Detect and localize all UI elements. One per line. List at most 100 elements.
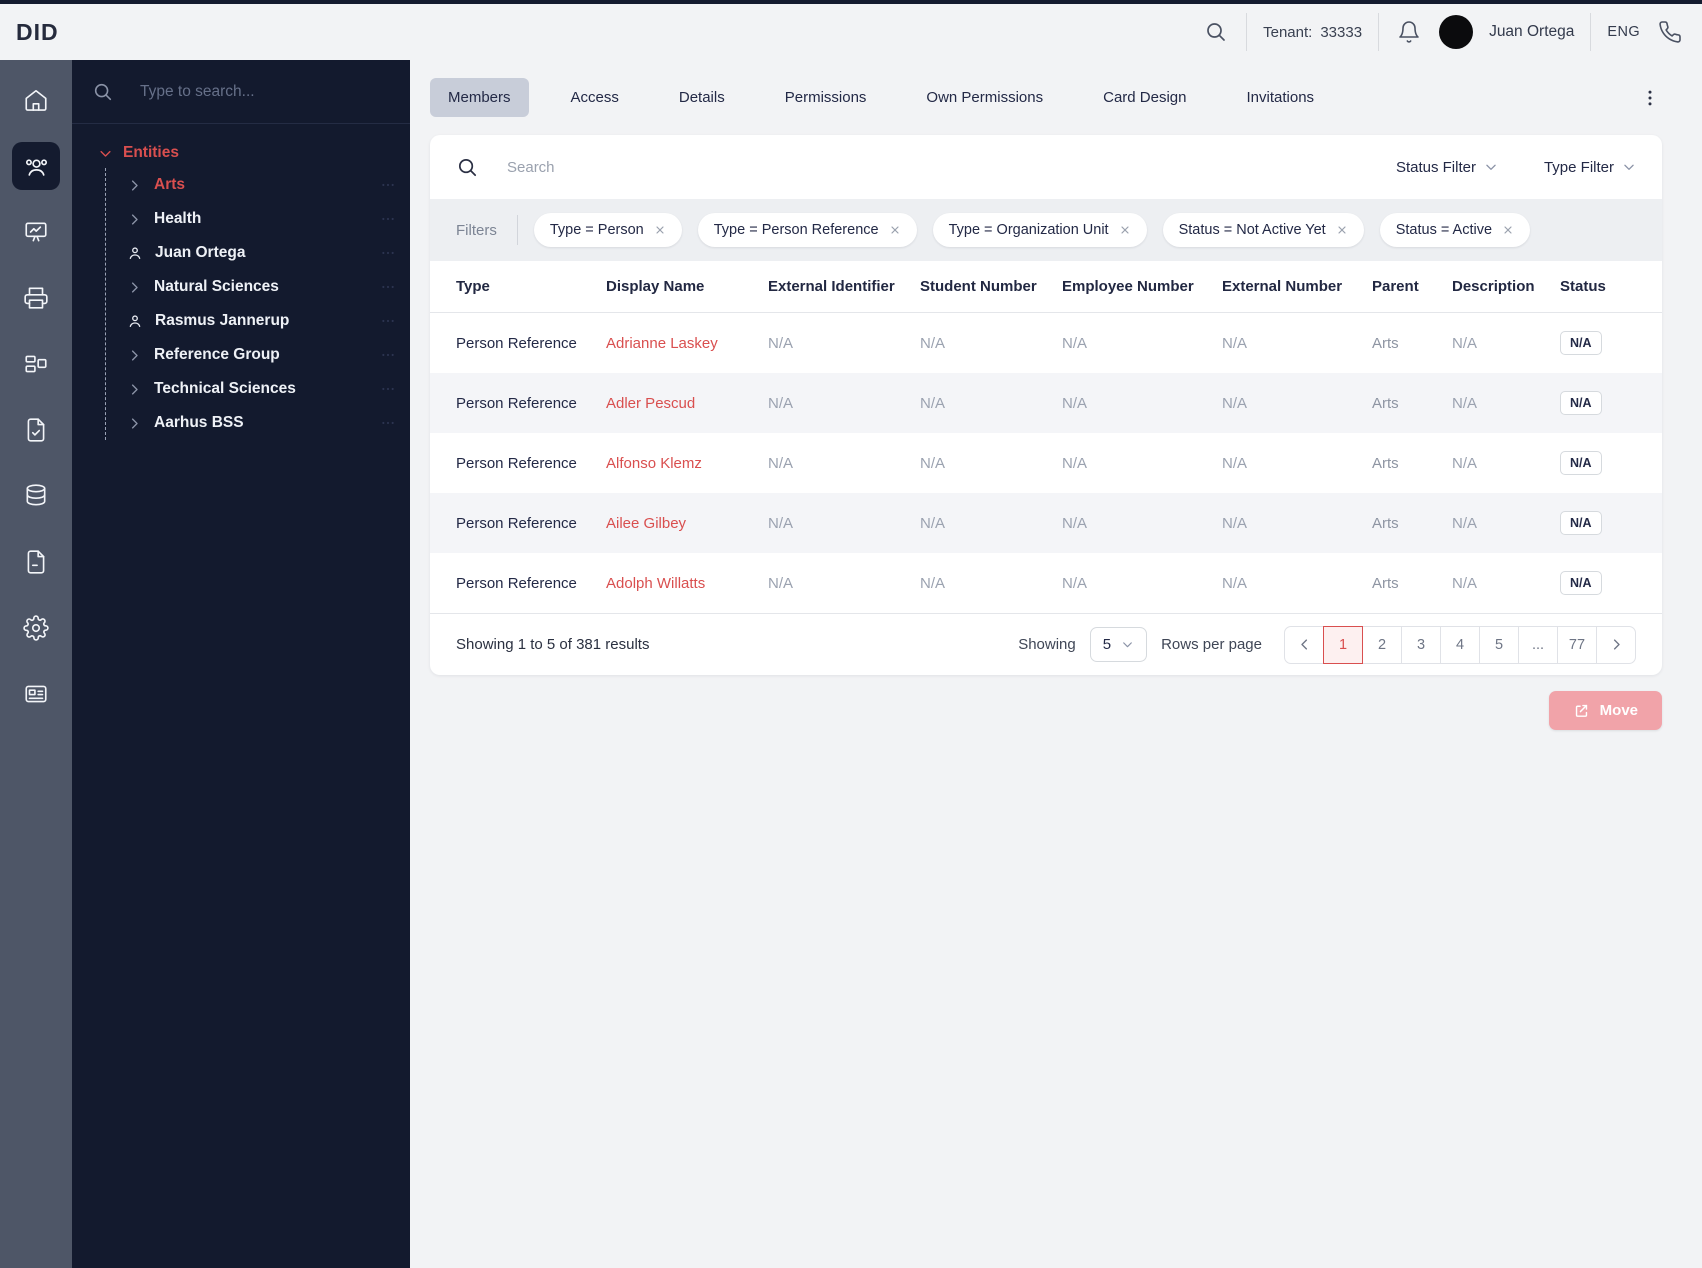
user-name[interactable]: Juan Ortega bbox=[1489, 23, 1574, 41]
status-filter-dropdown[interactable]: Status Filter bbox=[1396, 159, 1498, 176]
cell-display-name-link[interactable]: Alfonso Klemz bbox=[606, 455, 768, 472]
rail-settings-button[interactable] bbox=[12, 604, 60, 652]
table-row: Person Reference Alfonso Klemz N/A N/A N… bbox=[430, 433, 1662, 493]
rail-reports-button[interactable] bbox=[12, 208, 60, 256]
tab-members[interactable]: Members bbox=[430, 78, 529, 117]
tab-invitations[interactable]: Invitations bbox=[1229, 78, 1333, 117]
members-search-input[interactable] bbox=[507, 158, 1368, 176]
rail-documents-button[interactable] bbox=[12, 538, 60, 586]
user-avatar[interactable] bbox=[1439, 15, 1474, 49]
move-button[interactable]: Move bbox=[1548, 691, 1662, 730]
close-icon[interactable] bbox=[889, 224, 901, 236]
page-button-1[interactable]: 1 bbox=[1323, 625, 1363, 664]
tab-card-design[interactable]: Card Design bbox=[1085, 78, 1204, 117]
tree-item-juan-ortega[interactable]: Juan Ortega bbox=[106, 236, 410, 270]
tree-item-label[interactable]: Health bbox=[154, 210, 368, 228]
page-button-5[interactable]: 5 bbox=[1479, 625, 1519, 664]
cell-employee-number: N/A bbox=[1062, 454, 1088, 472]
tree-item-label[interactable]: Juan Ortega bbox=[155, 244, 368, 262]
rail-home-button[interactable] bbox=[12, 76, 60, 124]
table-row: Person Reference Adrianne Laskey N/A N/A… bbox=[430, 313, 1662, 373]
more-options-icon[interactable] bbox=[380, 381, 396, 397]
more-options-icon[interactable] bbox=[380, 211, 396, 227]
previous-page-button[interactable] bbox=[1284, 625, 1324, 664]
cell-display-name-link[interactable]: Adler Pescud bbox=[606, 395, 768, 412]
tree-item-aarhus-bss[interactable]: Aarhus BSS bbox=[106, 406, 410, 440]
chevron-right-icon[interactable] bbox=[127, 280, 142, 295]
more-options-icon[interactable] bbox=[380, 415, 396, 431]
divider bbox=[1378, 13, 1380, 51]
cell-display-name-link[interactable]: Adolph Willatts bbox=[606, 575, 768, 592]
rail-modules-button[interactable] bbox=[12, 340, 60, 388]
tree-item-label[interactable]: Reference Group bbox=[154, 346, 368, 364]
chevron-right-icon[interactable] bbox=[127, 212, 142, 227]
page-button-77[interactable]: 77 bbox=[1557, 625, 1597, 664]
page-ellipsis-button[interactable]: ... bbox=[1518, 625, 1558, 664]
chevron-right-icon[interactable] bbox=[127, 348, 142, 363]
filter-chip-type-person[interactable]: Type = Person bbox=[533, 213, 682, 247]
cell-display-name-link[interactable]: Adrianne Laskey bbox=[606, 335, 768, 352]
tree-item-label[interactable]: Technical Sciences bbox=[154, 380, 368, 398]
language-selector[interactable]: ENG bbox=[1607, 24, 1640, 40]
type-filter-dropdown[interactable]: Type Filter bbox=[1544, 159, 1636, 176]
tree-item-label[interactable]: Natural Sciences bbox=[154, 278, 368, 296]
global-search-button[interactable] bbox=[1202, 18, 1230, 46]
tab-details[interactable]: Details bbox=[661, 78, 743, 117]
close-icon[interactable] bbox=[1336, 224, 1348, 236]
rail-cards-button[interactable] bbox=[12, 670, 60, 718]
rail-data-button[interactable] bbox=[12, 472, 60, 520]
rail-members-button[interactable] bbox=[12, 142, 60, 190]
next-page-button[interactable] bbox=[1596, 625, 1636, 664]
tab-permissions[interactable]: Permissions bbox=[767, 78, 885, 117]
chevron-right-icon[interactable] bbox=[127, 178, 142, 193]
rail-tasks-button[interactable] bbox=[12, 406, 60, 454]
chip-label: Status = Not Active Yet bbox=[1178, 222, 1326, 238]
tree-item-natural-sciences[interactable]: Natural Sciences bbox=[106, 270, 410, 304]
close-icon[interactable] bbox=[1502, 224, 1514, 236]
filter-chip-status-active[interactable]: Status = Active bbox=[1379, 213, 1531, 247]
chevron-right-icon[interactable] bbox=[127, 382, 142, 397]
tree-item-label[interactable]: Aarhus BSS bbox=[154, 414, 368, 432]
phone-button[interactable] bbox=[1656, 18, 1684, 46]
more-actions-button[interactable] bbox=[1638, 86, 1662, 110]
tree-root-entities[interactable]: Entities bbox=[98, 144, 410, 162]
tab-own-permissions[interactable]: Own Permissions bbox=[908, 78, 1061, 117]
tab-access[interactable]: Access bbox=[553, 78, 637, 117]
more-options-icon[interactable] bbox=[380, 279, 396, 295]
more-options-icon[interactable] bbox=[380, 245, 396, 261]
cell-parent: Arts bbox=[1372, 334, 1399, 352]
results-summary: Showing 1 to 5 of 381 results bbox=[456, 636, 650, 653]
tree-item-technical-sciences[interactable]: Technical Sciences bbox=[106, 372, 410, 406]
tree-item-arts[interactable]: Arts bbox=[106, 168, 410, 202]
tree-item-health[interactable]: Health bbox=[106, 202, 410, 236]
tree-search-input[interactable] bbox=[140, 82, 360, 101]
close-icon[interactable] bbox=[1119, 224, 1131, 236]
divider bbox=[516, 215, 518, 245]
divider bbox=[1246, 13, 1248, 51]
tree-item-reference-group[interactable]: Reference Group bbox=[106, 338, 410, 372]
filter-chip-type-organization-unit[interactable]: Type = Organization Unit bbox=[932, 213, 1147, 247]
users-icon bbox=[23, 153, 50, 180]
tree-item-label[interactable]: Rasmus Jannerup bbox=[155, 312, 368, 330]
table-header-row: Type Display Name External Identifier St… bbox=[430, 261, 1662, 313]
filter-chip-status-not-active-yet[interactable]: Status = Not Active Yet bbox=[1162, 213, 1364, 247]
tree-root-label[interactable]: Entities bbox=[123, 144, 179, 162]
rows-per-page-select[interactable]: 5 bbox=[1089, 627, 1148, 662]
page-button-3[interactable]: 3 bbox=[1401, 625, 1441, 664]
page-button-4[interactable]: 4 bbox=[1440, 625, 1480, 664]
cell-display-name-link[interactable]: Ailee Gilbey bbox=[606, 515, 768, 532]
rail-print-button[interactable] bbox=[12, 274, 60, 322]
chip-label: Type = Organization Unit bbox=[948, 222, 1109, 238]
more-options-icon[interactable] bbox=[380, 347, 396, 363]
filter-chip-type-person-reference[interactable]: Type = Person Reference bbox=[697, 213, 917, 247]
tree-item-label[interactable]: Arts bbox=[154, 176, 368, 194]
notifications-button[interactable] bbox=[1395, 18, 1423, 46]
cell-type: Person Reference bbox=[456, 334, 577, 352]
chevron-right-icon[interactable] bbox=[127, 416, 142, 431]
more-options-icon[interactable] bbox=[380, 177, 396, 193]
tree-item-rasmus-jannerup[interactable]: Rasmus Jannerup bbox=[106, 304, 410, 338]
more-options-icon[interactable] bbox=[380, 313, 396, 329]
page-button-2[interactable]: 2 bbox=[1362, 625, 1402, 664]
close-icon[interactable] bbox=[654, 224, 666, 236]
printer-icon bbox=[23, 285, 49, 311]
